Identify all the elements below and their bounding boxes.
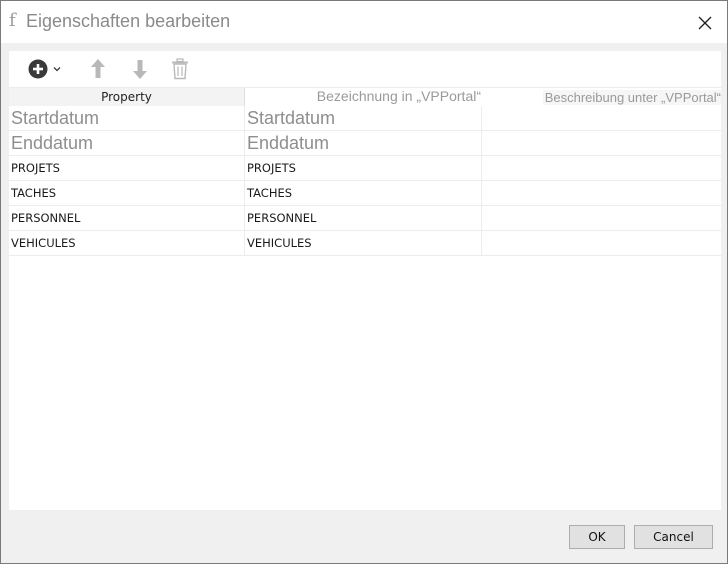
- description-cell[interactable]: [482, 156, 721, 180]
- ok-button[interactable]: OK: [569, 525, 625, 549]
- table-row[interactable]: PROJETS PROJETS: [9, 156, 721, 181]
- app-icon: f: [9, 10, 16, 31]
- column-header-description-text: Beschreibung unter „VPPortal“: [542, 90, 721, 105]
- description-cell[interactable]: [482, 106, 721, 130]
- label-cell[interactable]: VEHICULES: [245, 231, 482, 255]
- label-cell[interactable]: Startdatum: [245, 106, 482, 130]
- property-cell[interactable]: TACHES: [9, 181, 245, 205]
- title-bar: f Eigenschaften bearbeiten: [1, 1, 727, 43]
- trash-icon: [172, 58, 188, 80]
- add-property-button[interactable]: [23, 55, 65, 83]
- property-cell[interactable]: Startdatum: [9, 106, 245, 130]
- column-header-property[interactable]: Property: [9, 88, 244, 106]
- cancel-button[interactable]: Cancel: [634, 525, 713, 549]
- dialog-title: Eigenschaften bearbeiten: [26, 11, 231, 31]
- edit-properties-dialog: f Eigenschaften bearbeiten Property Beze…: [0, 0, 728, 564]
- description-cell[interactable]: [482, 231, 721, 255]
- properties-grid: Property Bezeichnung in „VPPortal“ Besch…: [9, 87, 721, 510]
- property-cell[interactable]: VEHICULES: [9, 231, 245, 255]
- table-row[interactable]: Enddatum Enddatum: [9, 131, 721, 156]
- toolbar: [9, 51, 721, 87]
- label-cell[interactable]: TACHES: [245, 181, 482, 205]
- property-cell[interactable]: Enddatum: [9, 131, 245, 155]
- column-header-label[interactable]: Bezeichnung in „VPPortal“: [245, 88, 481, 106]
- property-cell[interactable]: PROJETS: [9, 156, 245, 180]
- label-cell[interactable]: PERSONNEL: [245, 206, 482, 230]
- description-cell[interactable]: [482, 181, 721, 205]
- property-cell[interactable]: PERSONNEL: [9, 206, 245, 230]
- table-row[interactable]: PERSONNEL PERSONNEL: [9, 206, 721, 231]
- description-cell[interactable]: [482, 206, 721, 230]
- grid-header: Property Bezeichnung in „VPPortal“ Besch…: [9, 88, 721, 106]
- move-up-button[interactable]: [87, 55, 109, 83]
- move-down-button[interactable]: [129, 55, 151, 83]
- chevron-down-icon: [53, 67, 60, 72]
- close-button[interactable]: [691, 9, 719, 37]
- label-cell[interactable]: PROJETS: [245, 156, 482, 180]
- table-row[interactable]: Startdatum Startdatum: [9, 106, 721, 131]
- table-row[interactable]: TACHES TACHES: [9, 181, 721, 206]
- label-cell[interactable]: Enddatum: [245, 131, 482, 155]
- grid-rows: Startdatum Startdatum Enddatum Enddatum …: [9, 106, 721, 256]
- plus-circle-icon: [28, 59, 47, 79]
- arrow-up-icon: [91, 59, 105, 78]
- delete-property-button[interactable]: [169, 55, 191, 83]
- arrow-down-icon: [133, 60, 147, 79]
- column-header-description[interactable]: Beschreibung unter „VPPortal“: [482, 88, 721, 106]
- close-icon: [698, 16, 712, 30]
- table-row[interactable]: VEHICULES VEHICULES: [9, 231, 721, 256]
- description-cell[interactable]: [482, 131, 721, 155]
